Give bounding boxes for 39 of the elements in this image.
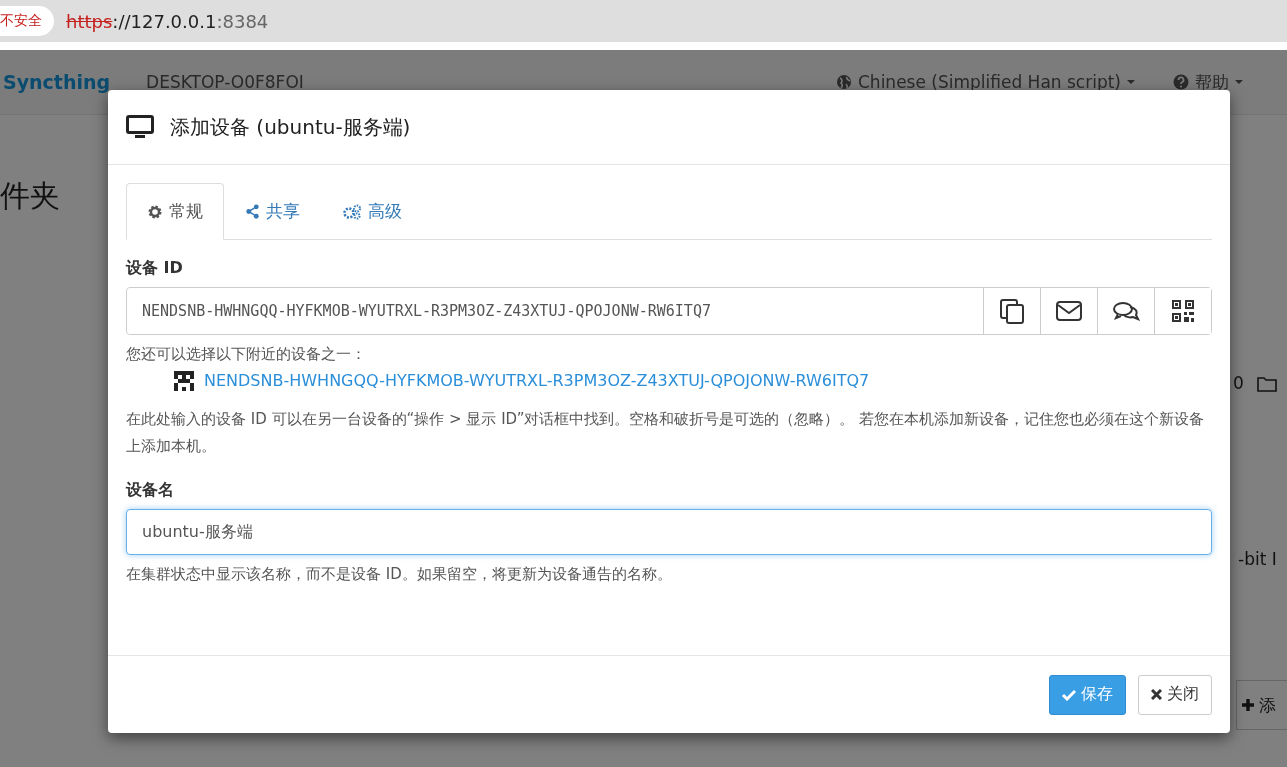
save-button[interactable]: 保存 — [1049, 674, 1126, 715]
mail-icon — [1055, 300, 1083, 322]
tab[interactable]: 共享 — [224, 183, 321, 240]
device-name: DESKTOP-O0F8FOI — [146, 72, 304, 92]
gear-icon — [147, 203, 163, 220]
help-text: 您还可以选择以下附近的设备之一： — [126, 344, 367, 365]
close-icon — [1151, 689, 1162, 700]
language-menu[interactable]: Chinese (Simplified Han script) — [836, 72, 1135, 92]
add-button[interactable]: 添 — [1236, 680, 1287, 730]
plus-icon — [1241, 698, 1255, 712]
nearby-device-link[interactable]: NENDSNB-HWHNGQQ-HYFKMOB-WYUTRXL-R3PM3OZ-Z43XTUJ-QPOJONW-RW6ITQ7 — [204, 368, 870, 394]
monitor-icon — [126, 115, 154, 139]
folder-icon — [1257, 376, 1277, 392]
tab[interactable]: 高级 — [321, 183, 423, 240]
os-text: -bit I — [1238, 549, 1277, 569]
security-badge[interactable]: 不安全 — [0, 6, 54, 36]
dialog-title: 添加设备 (ubuntu-服务端) — [170, 113, 411, 141]
help-menu[interactable]: 帮助 — [1173, 70, 1243, 94]
chat-icon — [1112, 300, 1140, 322]
help-icon — [1173, 74, 1189, 90]
device-name-field[interactable]: ubuntu-服务端 — [126, 509, 1212, 555]
help-text: 在集群状态中显示该名称，而不是设备 ID。如果留空，将更新为设备通告的名称。 — [126, 564, 673, 585]
gears-icon — [342, 203, 362, 220]
address-bar[interactable]: https://127.0.0.1:8384 — [66, 10, 269, 32]
identicon-icon — [174, 371, 194, 391]
globe-icon — [836, 74, 852, 90]
section-heading: 件夹 — [0, 177, 60, 215]
field-label: 设备名 — [126, 480, 175, 501]
tab[interactable]: 常规 — [126, 183, 224, 240]
device-id-field[interactable]: NENDSNB-HWHNGQQ-HYFKMOB-WYUTRXL-R3PM3OZ-Z43XTUJ-QPOJONW-RW6ITQ7 — [126, 287, 1212, 335]
share-icon — [245, 204, 260, 219]
qr-button[interactable] — [1154, 288, 1211, 334]
check-icon — [1062, 688, 1076, 701]
close-button[interactable]: 关闭 — [1138, 674, 1212, 715]
help-text: 在此处输入的设备 ID 可以在另一台设备的“操作 > 显示 ID”对话框中找到。空格和破折号是可选的（忽略）。 若您在本机添加新设备，记住您也必须在这个新设备上添加本机。 — [126, 409, 1206, 457]
qr-code-icon — [1171, 299, 1195, 323]
field-label: 设备 ID — [126, 258, 184, 279]
copy-icon — [998, 297, 1026, 325]
folder-count: 0 — [1233, 373, 1244, 393]
